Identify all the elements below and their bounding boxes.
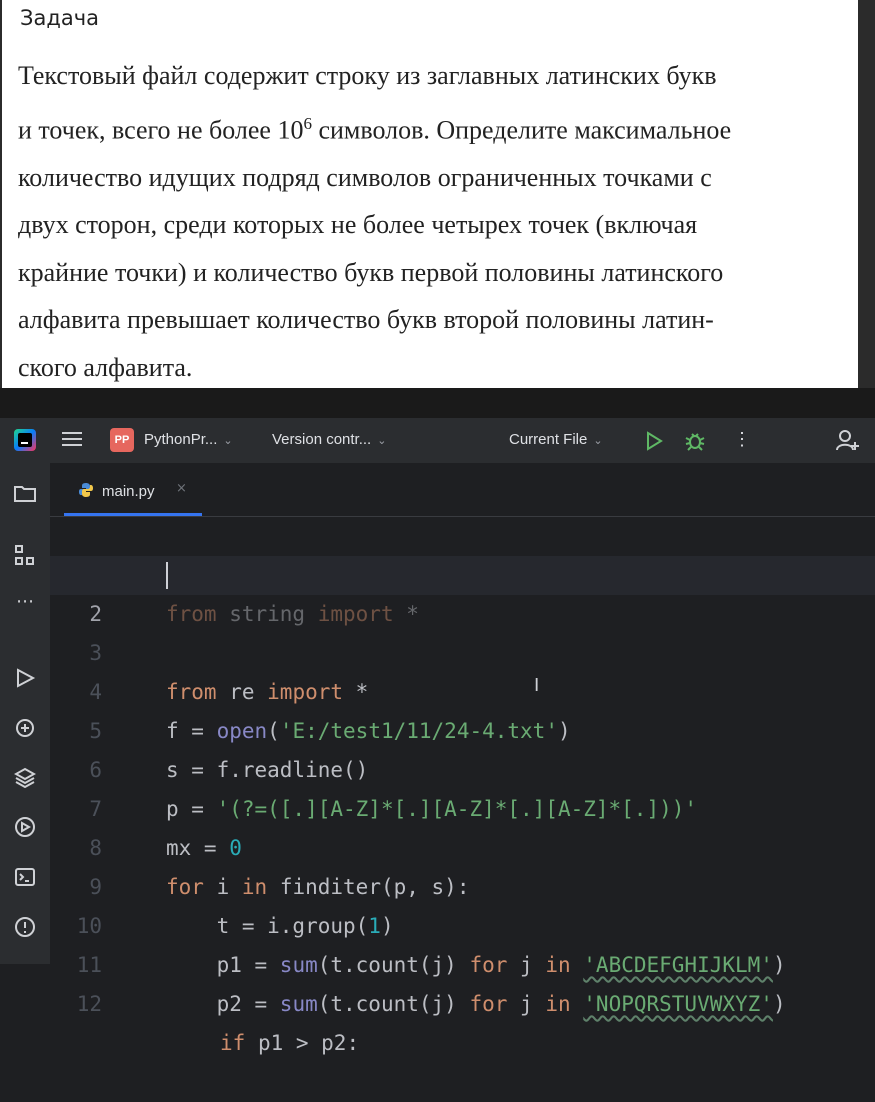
divider bbox=[0, 388, 875, 418]
structure-icon[interactable] bbox=[13, 544, 37, 568]
project-selector[interactable]: PythonPr... ⌄ bbox=[144, 431, 233, 448]
folder-icon[interactable] bbox=[13, 483, 37, 503]
task-line: алфавита превышает количество букв второ… bbox=[18, 305, 714, 335]
code-line: 9 t = i.group(1) bbox=[50, 829, 875, 938]
code-editor[interactable]: 1 from string import * 2 3 from re impor… bbox=[50, 517, 875, 1055]
code-line: 10 p1 = sum(t.count(j) for j in 'ABCDEFG… bbox=[50, 868, 875, 977]
code-text: if p1 > p2: bbox=[220, 1031, 360, 1055]
run-icon[interactable] bbox=[645, 431, 663, 451]
task-line-part: и точек, всего не более 10 bbox=[18, 115, 304, 145]
right-edge bbox=[858, 0, 875, 390]
vcs-selector[interactable]: Version contr... ⌄ bbox=[272, 431, 386, 448]
close-icon[interactable]: × bbox=[176, 481, 187, 496]
problems-icon[interactable] bbox=[14, 916, 36, 938]
task-line-part: символов. Определите максимальное bbox=[311, 115, 732, 145]
chevron-down-icon: ⌄ bbox=[377, 435, 387, 447]
ide-window: PP PythonPr... ⌄ Version contr... ⌄ Curren… bbox=[0, 418, 875, 1055]
python-console-icon[interactable] bbox=[14, 717, 36, 739]
services-icon[interactable] bbox=[14, 816, 36, 838]
chevron-down-icon: ⌄ bbox=[223, 435, 233, 447]
vcs-label: Version contr... bbox=[272, 431, 372, 448]
code-line: 1 from string import * bbox=[50, 517, 875, 626]
code-line: 7 mx = 0 bbox=[50, 751, 875, 860]
project-badge[interactable]: PP bbox=[110, 428, 134, 452]
tab-main-py[interactable]: main.py × bbox=[62, 463, 202, 516]
line-number: 12 bbox=[76, 992, 102, 1016]
code-line: 3 from re import * bbox=[50, 595, 875, 704]
code-line: 8 for i in finditer(p, s): bbox=[50, 790, 875, 899]
code-line: 5 s = f.readline() bbox=[50, 673, 875, 782]
task-text: Текстовый файл содержит строку из заглав… bbox=[18, 52, 854, 391]
chevron-down-icon: ⌄ bbox=[593, 435, 603, 447]
more-tools-icon[interactable]: ⋯ bbox=[14, 591, 36, 613]
text-cursor bbox=[166, 562, 168, 589]
active-tab-indicator bbox=[64, 513, 202, 516]
main-toolbar: PP PythonPr... ⌄ Version contr... ⌄ Curren… bbox=[0, 418, 875, 463]
task-line: двух сторон, среди которых не более четы… bbox=[18, 210, 698, 240]
layers-icon[interactable] bbox=[14, 766, 36, 788]
terminal-icon[interactable] bbox=[14, 866, 36, 888]
task-title: Задача bbox=[20, 6, 99, 30]
code-line: 11 p2 = sum(t.count(j) for j in 'NOPQRST… bbox=[50, 907, 875, 1016]
editor-tabs: main.py × bbox=[50, 463, 875, 517]
mouse-ibeam-cursor: I bbox=[534, 675, 540, 696]
task-line: и точек, всего не более 106 символов. Оп… bbox=[18, 100, 854, 154]
more-actions-icon[interactable]: ⋮ bbox=[733, 429, 751, 450]
code-line: 4 f = open('E:/test1/11/24-4.txt') bbox=[50, 634, 875, 743]
task-line: Текстовый файл содержит строку из заглав… bbox=[18, 61, 717, 90]
tab-label: main.py bbox=[102, 483, 155, 500]
code-text: p2 = sum(t.count(j) for j in 'NOPQRSTUVW… bbox=[166, 992, 786, 1016]
task-line: ского алфавита. bbox=[18, 352, 193, 382]
run-config-label: Current File bbox=[509, 431, 588, 448]
code-line: 12 if p1 > p2: bbox=[50, 946, 875, 1055]
pycharm-logo-icon[interactable] bbox=[14, 429, 36, 451]
main-menu-icon[interactable] bbox=[62, 432, 82, 448]
project-name: PythonPr... bbox=[144, 431, 218, 448]
code-line: 6 p = '(?=([.][A-Z]*[.][A-Z]*[.][A-Z]*[.… bbox=[50, 712, 875, 821]
tool-window-bar: ⋯ bbox=[0, 463, 50, 964]
code-line-current: 2 bbox=[50, 556, 875, 626]
run-tool-icon[interactable] bbox=[14, 667, 36, 689]
python-file-icon bbox=[79, 483, 93, 497]
task-superscript: 6 bbox=[303, 113, 312, 133]
add-user-icon[interactable] bbox=[835, 428, 861, 454]
task-line: крайние точки) и количество букв первой … bbox=[18, 257, 724, 287]
run-config-selector[interactable]: Current File ⌄ bbox=[509, 431, 603, 448]
task-line: количество идущих подряд символов ограни… bbox=[18, 162, 712, 192]
debug-icon[interactable] bbox=[684, 430, 706, 452]
task-panel: Задача Текстовый файл содержит строку из… bbox=[2, 0, 858, 388]
